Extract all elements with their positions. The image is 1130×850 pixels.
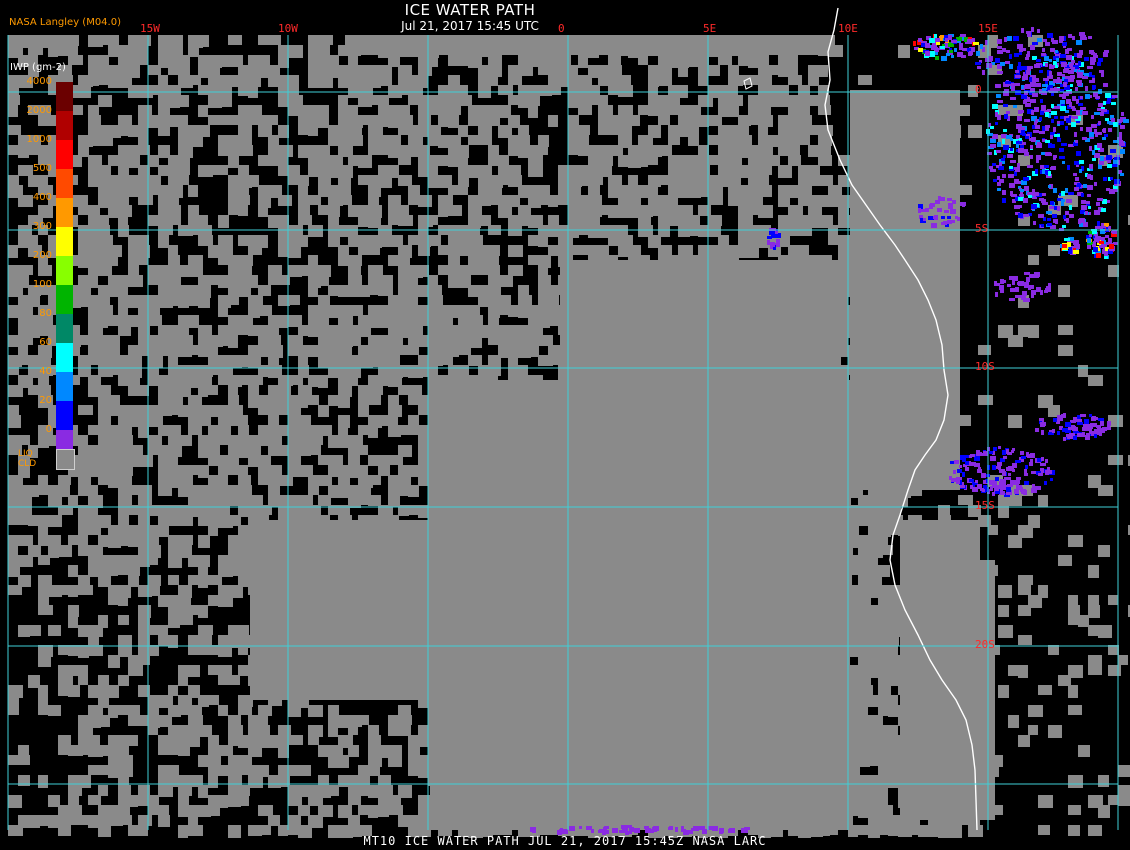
lat-label-10s: 10S <box>975 360 995 373</box>
lon-label-15w: 15W <box>140 22 160 35</box>
colorbar-label: 80 <box>39 308 52 319</box>
colorbar-swatch <box>56 401 73 430</box>
colorbar-swatch <box>56 314 73 343</box>
lon-label-15e: 15E <box>978 22 998 35</box>
colorbar-label: 4000 <box>26 76 52 87</box>
colorbar-swatch <box>56 372 73 401</box>
colorbar-swatch <box>56 140 73 169</box>
liq-cld-swatch <box>56 449 75 470</box>
satellite-map <box>0 0 1130 850</box>
footer-caption: MT10 ICE WATER PATH JUL 21, 2017 15:45Z … <box>363 834 767 848</box>
lon-label-5e: 5E <box>703 22 717 35</box>
lon-label-10w: 10W <box>278 22 298 35</box>
map-title: ICE WATER PATH <box>404 1 536 19</box>
liq-cld-label: LIQ CLD <box>18 449 36 469</box>
lon-label-0: 0 <box>558 22 565 35</box>
brand-label: NASA Langley (M04.0) <box>9 17 121 28</box>
colorbar-units: IWP (gm-2) <box>10 62 66 73</box>
colorbar-label: 20 <box>39 395 52 406</box>
colorbar-label: 40 <box>39 366 52 377</box>
colorbar-label: 200 <box>32 250 52 261</box>
colorbar-swatch <box>56 198 73 227</box>
colorbar-label: 0 <box>45 424 52 435</box>
colorbar-swatch <box>56 82 73 111</box>
lat-label-0: 0 <box>975 83 982 96</box>
lat-label-20s: 20S <box>975 638 995 651</box>
lon-label-10e: 10E <box>838 22 858 35</box>
colorbar-label: 400 <box>32 192 52 203</box>
colorbar-swatch <box>56 343 73 372</box>
colorbar-swatch <box>56 256 73 285</box>
lat-label-5s: 5S <box>975 222 989 235</box>
colorbar-swatch <box>56 285 73 314</box>
lat-label-15s: 15S <box>975 499 995 512</box>
liq-label: LIQ <box>18 449 33 459</box>
colorbar-label: 1000 <box>26 134 52 145</box>
cld-label: CLD <box>18 459 37 469</box>
colorbar-label: 60 <box>39 337 52 348</box>
colorbar-label: 500 <box>32 163 52 174</box>
colorbar-swatch <box>56 111 73 140</box>
colorbar-label: 300 <box>32 221 52 232</box>
colorbar-swatch <box>56 169 73 198</box>
colorbar-label: 2000 <box>26 105 52 116</box>
colorbar-swatch <box>56 227 73 256</box>
colorbar-label: 100 <box>32 279 52 290</box>
